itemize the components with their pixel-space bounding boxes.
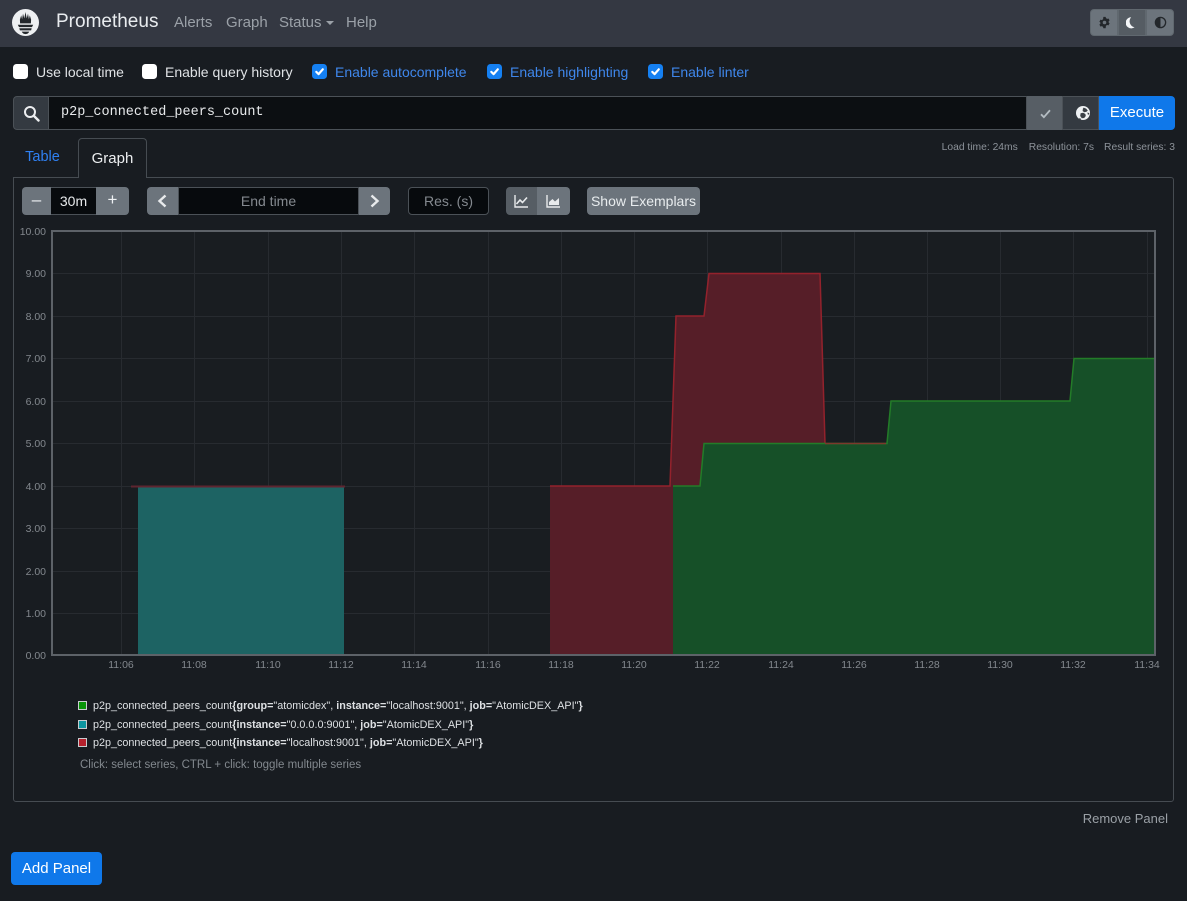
svg-text:11:14: 11:14: [401, 659, 427, 671]
svg-text:7.00: 7.00: [26, 353, 47, 365]
svg-text:11:10: 11:10: [255, 659, 281, 671]
svg-text:11:18: 11:18: [548, 659, 574, 671]
svg-text:10.00: 10.00: [20, 226, 46, 238]
svg-text:11:22: 11:22: [694, 659, 720, 671]
svg-text:1.00: 1.00: [26, 608, 47, 620]
svg-text:0.00: 0.00: [26, 650, 47, 662]
svg-text:3.00: 3.00: [26, 523, 47, 535]
svg-text:11:08: 11:08: [181, 659, 207, 671]
svg-text:9.00: 9.00: [26, 268, 47, 280]
svg-text:11:26: 11:26: [841, 659, 867, 671]
svg-text:2.00: 2.00: [26, 566, 47, 578]
svg-text:6.00: 6.00: [26, 396, 47, 408]
svg-text:11:24: 11:24: [768, 659, 794, 671]
svg-text:11:30: 11:30: [987, 659, 1013, 671]
svg-text:11:16: 11:16: [475, 659, 501, 671]
svg-text:11:20: 11:20: [621, 659, 647, 671]
svg-text:11:34: 11:34: [1134, 659, 1160, 671]
svg-text:11:28: 11:28: [914, 659, 940, 671]
svg-text:8.00: 8.00: [26, 311, 47, 323]
svg-text:11:32: 11:32: [1060, 659, 1086, 671]
svg-text:4.00: 4.00: [26, 481, 47, 493]
svg-text:11:12: 11:12: [328, 659, 354, 671]
svg-text:5.00: 5.00: [26, 438, 47, 450]
svg-text:11:06: 11:06: [108, 659, 134, 671]
